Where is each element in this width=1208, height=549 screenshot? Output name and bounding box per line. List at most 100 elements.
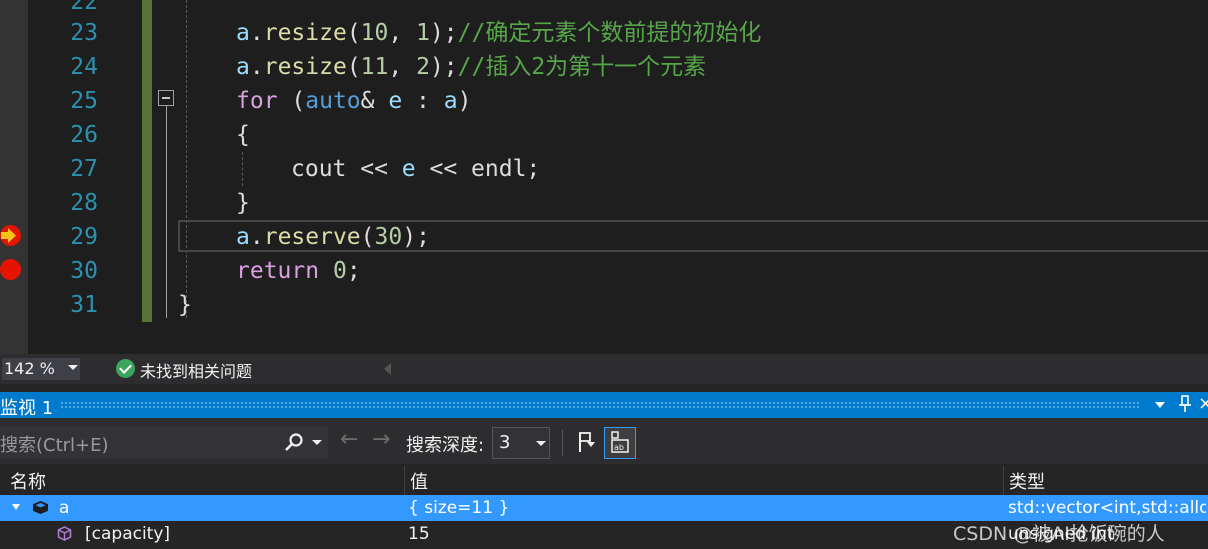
panel-title: 监视 1 xyxy=(0,398,54,419)
token-punct: ( xyxy=(277,88,306,114)
watch-toolbar: 搜索(Ctrl+E) ← → 搜索深度: 3 ab xyxy=(0,418,1208,464)
check-circle-icon xyxy=(116,359,135,378)
token-punct: ) xyxy=(457,88,472,114)
token-punct: ; xyxy=(526,156,541,182)
token-identifier: cout xyxy=(291,156,347,182)
indent-guide xyxy=(186,0,187,318)
token-punct: ); xyxy=(429,20,458,46)
token-number: 0 xyxy=(332,258,347,284)
zoom-dropdown[interactable]: 142 % xyxy=(2,358,80,380)
search-placeholder: 搜索(Ctrl+E) xyxy=(0,435,109,456)
token-punct: ( xyxy=(360,224,375,250)
indent-guide xyxy=(242,152,243,186)
line-number: 24 xyxy=(70,54,98,80)
token-punct: ); xyxy=(429,54,458,80)
search-options-dropdown-icon[interactable] xyxy=(312,440,322,445)
code-line-26[interactable]: { xyxy=(236,118,250,152)
token-function: resize xyxy=(263,54,347,80)
filter-pin-icon[interactable] xyxy=(574,430,598,454)
watch-type-cell: std::vector<int,std::allo... xyxy=(1008,498,1206,518)
token-punct: , xyxy=(388,20,417,46)
search-depth-dropdown[interactable]: 3 xyxy=(492,427,550,459)
code-line-24[interactable]: a.resize(11, 2);//插入2为第十一个元素 xyxy=(236,50,706,84)
issues-status-text[interactable]: 未找到相关问题 xyxy=(140,358,252,382)
line-number: 23 xyxy=(70,20,98,46)
line-number: 26 xyxy=(70,122,98,148)
watch-value-cell[interactable]: { size=11 } xyxy=(408,498,998,518)
code-line-27[interactable]: cout << e << endl; xyxy=(291,152,540,186)
watermark-text: CSDN @被AI抢饭碗的人 xyxy=(953,523,1165,545)
token-comment: //确定元素个数前提的初始化 xyxy=(457,20,762,46)
text-format-icon: ab xyxy=(611,431,629,453)
hexadecimal-display-toggle[interactable]: ab xyxy=(604,427,636,459)
token-operator: << xyxy=(415,156,472,182)
watch-grid-header: 名称 值 类型 xyxy=(0,466,1208,494)
code-line-28[interactable]: } xyxy=(236,186,250,220)
token-punct: ; xyxy=(346,258,361,284)
breakpoint-margin[interactable] xyxy=(0,0,28,354)
token-number: 30 xyxy=(374,224,403,250)
close-icon[interactable]: × xyxy=(1198,393,1208,414)
title-grip xyxy=(60,401,1140,409)
fold-range-line xyxy=(166,106,167,318)
search-depth-value: 3 xyxy=(499,432,511,453)
column-header-value[interactable]: 值 xyxy=(410,468,428,494)
scroll-left-arrow-icon[interactable] xyxy=(384,363,391,375)
code-line-30[interactable]: return 0; xyxy=(236,254,361,288)
breakpoint-current-line[interactable] xyxy=(0,225,21,246)
column-header-name[interactable]: 名称 xyxy=(10,468,46,494)
token-function: resize xyxy=(263,20,347,46)
column-header-type[interactable]: 类型 xyxy=(1009,468,1045,494)
token-punct: : xyxy=(402,88,444,114)
code-line-29[interactable]: a.reserve(30); xyxy=(236,220,430,254)
token-punct: ( xyxy=(346,20,361,46)
pin-icon[interactable] xyxy=(1178,395,1192,413)
expand-arrow-icon[interactable] xyxy=(12,504,20,510)
token-variable: e xyxy=(401,156,416,182)
token-punct: . xyxy=(249,20,264,46)
token-punct: & xyxy=(360,88,389,114)
code-line-23[interactable]: a.resize(10, 1);//确定元素个数前提的初始化 xyxy=(236,16,761,50)
token-keyword: return xyxy=(236,258,320,284)
chevron-down-icon xyxy=(536,441,546,446)
token-identifier: endl xyxy=(471,156,527,182)
instruction-pointer-arrow-icon xyxy=(1,228,16,243)
search-depth-label: 搜索深度: xyxy=(406,435,485,456)
watch-title-bar[interactable]: 监视 1 × xyxy=(0,392,1208,419)
table-row[interactable]: a { size=11 } std::vector<int,std::allo.… xyxy=(0,495,1208,521)
watch-name-cell: [capacity] xyxy=(85,524,171,544)
field-member-icon xyxy=(57,526,72,541)
line-number: 28 xyxy=(70,190,98,216)
line-number: 29 xyxy=(70,224,98,250)
token-number: 1 xyxy=(416,20,430,46)
token-variable: a xyxy=(236,54,250,80)
token-variable: a xyxy=(236,20,250,46)
search-previous-arrow-icon[interactable]: ← xyxy=(340,428,358,452)
collapse-toggle-icon[interactable] xyxy=(158,90,174,106)
watch-value-cell[interactable]: 15 xyxy=(408,524,998,544)
token-variable: a xyxy=(443,88,458,114)
search-input[interactable]: 搜索(Ctrl+E) xyxy=(0,426,328,458)
editor-status-strip: 142 % 未找到相关问题 xyxy=(0,354,1208,384)
token-variable: e xyxy=(388,88,403,114)
change-tracking-bar xyxy=(142,0,152,322)
token-function: reserve xyxy=(263,224,361,250)
window-options-dropdown-icon[interactable] xyxy=(1155,402,1165,408)
line-number: 31 xyxy=(70,292,98,318)
code-editor[interactable]: 22 23 24 25 26 27 28 29 30 31 a.resize(1… xyxy=(0,0,1208,354)
code-line-25[interactable]: for (auto& e : a) xyxy=(236,84,471,118)
breakpoint-icon[interactable] xyxy=(0,259,21,280)
search-icon[interactable] xyxy=(284,432,304,452)
token-keyword: for xyxy=(236,88,278,114)
token-punct: . xyxy=(249,224,264,250)
line-number: 30 xyxy=(70,258,98,284)
token-operator: << xyxy=(346,156,402,182)
token-comment: //插入2为第十一个元素 xyxy=(457,54,707,80)
svg-text:ab: ab xyxy=(614,443,624,452)
token-type: auto xyxy=(305,88,361,114)
object-variable-icon xyxy=(33,501,48,514)
code-line-31[interactable]: } xyxy=(178,288,192,322)
toolbar-divider xyxy=(562,430,563,456)
search-next-arrow-icon[interactable]: → xyxy=(372,428,390,452)
watch-name-cell: a xyxy=(59,498,70,518)
